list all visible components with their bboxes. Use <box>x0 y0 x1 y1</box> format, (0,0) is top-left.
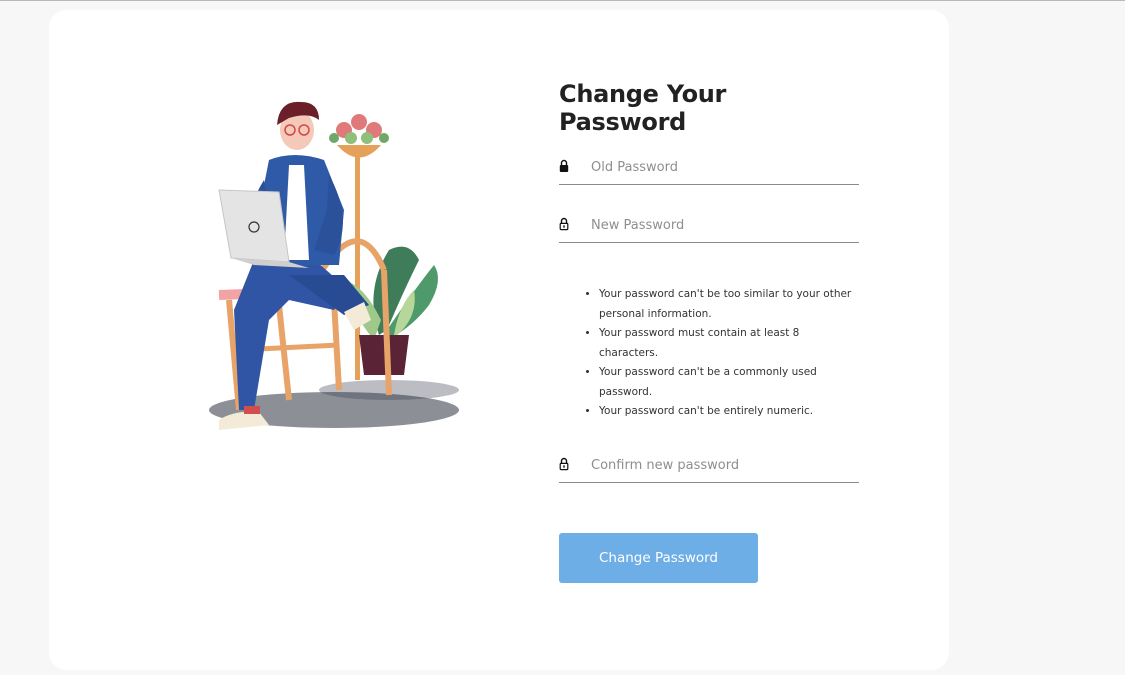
change-password-button[interactable]: Change Password <box>559 533 758 583</box>
password-rule: Your password can't be a commonly used p… <box>599 363 859 402</box>
new-password-input[interactable] <box>589 212 853 238</box>
confirm-password-input[interactable] <box>589 452 853 478</box>
password-rule: Your password must contain at least 8 ch… <box>599 324 859 363</box>
person-laptop-illustration <box>209 101 459 430</box>
change-password-card: Change Your Password Your password can't… <box>49 10 949 670</box>
page-title: Change Your Password <box>559 80 727 136</box>
lock-icon <box>559 159 569 172</box>
password-rule: Your password can't be too similar to yo… <box>599 285 859 324</box>
password-rules-list: Your password can't be too similar to yo… <box>559 285 859 422</box>
password-form: Change Your Password Your password can't… <box>559 80 859 583</box>
lock-icon <box>559 457 569 471</box>
old-password-input[interactable] <box>589 154 853 180</box>
confirm-password-field <box>559 448 859 483</box>
password-rule: Your password can't be entirely numeric. <box>599 402 859 422</box>
lock-icon <box>559 217 569 231</box>
new-password-field <box>559 208 859 243</box>
old-password-field <box>559 150 859 185</box>
top-border <box>0 0 1125 1</box>
